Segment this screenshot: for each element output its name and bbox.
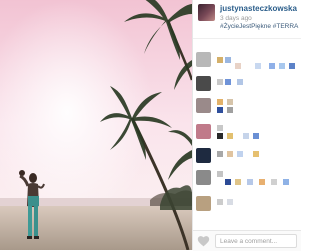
commenter-avatar[interactable] (196, 148, 211, 163)
pixelated-comment (227, 107, 233, 113)
pixelated-comment (225, 57, 231, 63)
pixelated-comment (217, 199, 223, 205)
post-header: justynasteczkowska 3 days ago #ŻycieJest… (195, 2, 299, 36)
beach-photo-image (0, 0, 192, 250)
pixelated-comment (237, 151, 243, 157)
list-item (195, 123, 299, 145)
list-item (195, 169, 299, 191)
pixelated-comment (227, 99, 233, 105)
comment-bar (193, 230, 301, 251)
pixelated-comment (253, 151, 259, 157)
pixelated-comment (217, 79, 223, 85)
heart-icon[interactable] (197, 235, 210, 247)
commenter-avatar[interactable] (196, 170, 211, 185)
pixelated-comment (217, 151, 223, 157)
pixelated-comment (227, 133, 233, 139)
post-sidebar: justynasteczkowska 3 days ago #ŻycieJest… (192, 0, 301, 251)
pixelated-comment (217, 99, 223, 105)
pixelated-comment (255, 63, 261, 69)
pixelated-comment (289, 63, 295, 69)
list-item (195, 51, 299, 73)
post-photo[interactable] (0, 0, 192, 250)
pixelated-comment (247, 179, 253, 185)
post-caption[interactable]: #ŻycieJestPiękne #TERRA (220, 23, 298, 30)
post-timestamp: 3 days ago (220, 15, 252, 22)
username-link[interactable]: justynasteczkowska (220, 4, 297, 13)
pixelated-comment (217, 107, 223, 113)
pixelated-comment (225, 179, 231, 185)
pixelated-comment (235, 179, 241, 185)
list-item (195, 195, 299, 217)
pixelated-comment (279, 63, 285, 69)
pixelated-comment (237, 79, 243, 85)
pixelated-comment (217, 125, 223, 131)
pixelated-comment (243, 133, 249, 139)
comments-list[interactable] (193, 38, 301, 231)
commenter-avatar[interactable] (196, 124, 211, 139)
pixelated-comment (217, 171, 223, 177)
list-item (195, 97, 299, 119)
pixelated-comment (253, 133, 259, 139)
pixelated-comment (235, 63, 241, 69)
pixelated-comment (227, 151, 233, 157)
pixelated-comment (259, 179, 265, 185)
pixelated-comment (283, 179, 289, 185)
pixelated-comment (271, 179, 277, 185)
pixelated-comment (225, 79, 231, 85)
list-item (195, 147, 299, 169)
commenter-avatar[interactable] (196, 196, 211, 211)
pixelated-comment (217, 133, 223, 139)
list-item (195, 75, 299, 97)
commenter-avatar[interactable] (196, 52, 211, 67)
comment-input[interactable] (215, 234, 297, 248)
user-avatar[interactable] (198, 4, 215, 21)
commenter-avatar[interactable] (196, 76, 211, 91)
pixelated-comment (269, 63, 275, 69)
pixelated-comment (217, 57, 223, 63)
pixelated-comment (227, 199, 233, 205)
commenter-avatar[interactable] (196, 98, 211, 113)
